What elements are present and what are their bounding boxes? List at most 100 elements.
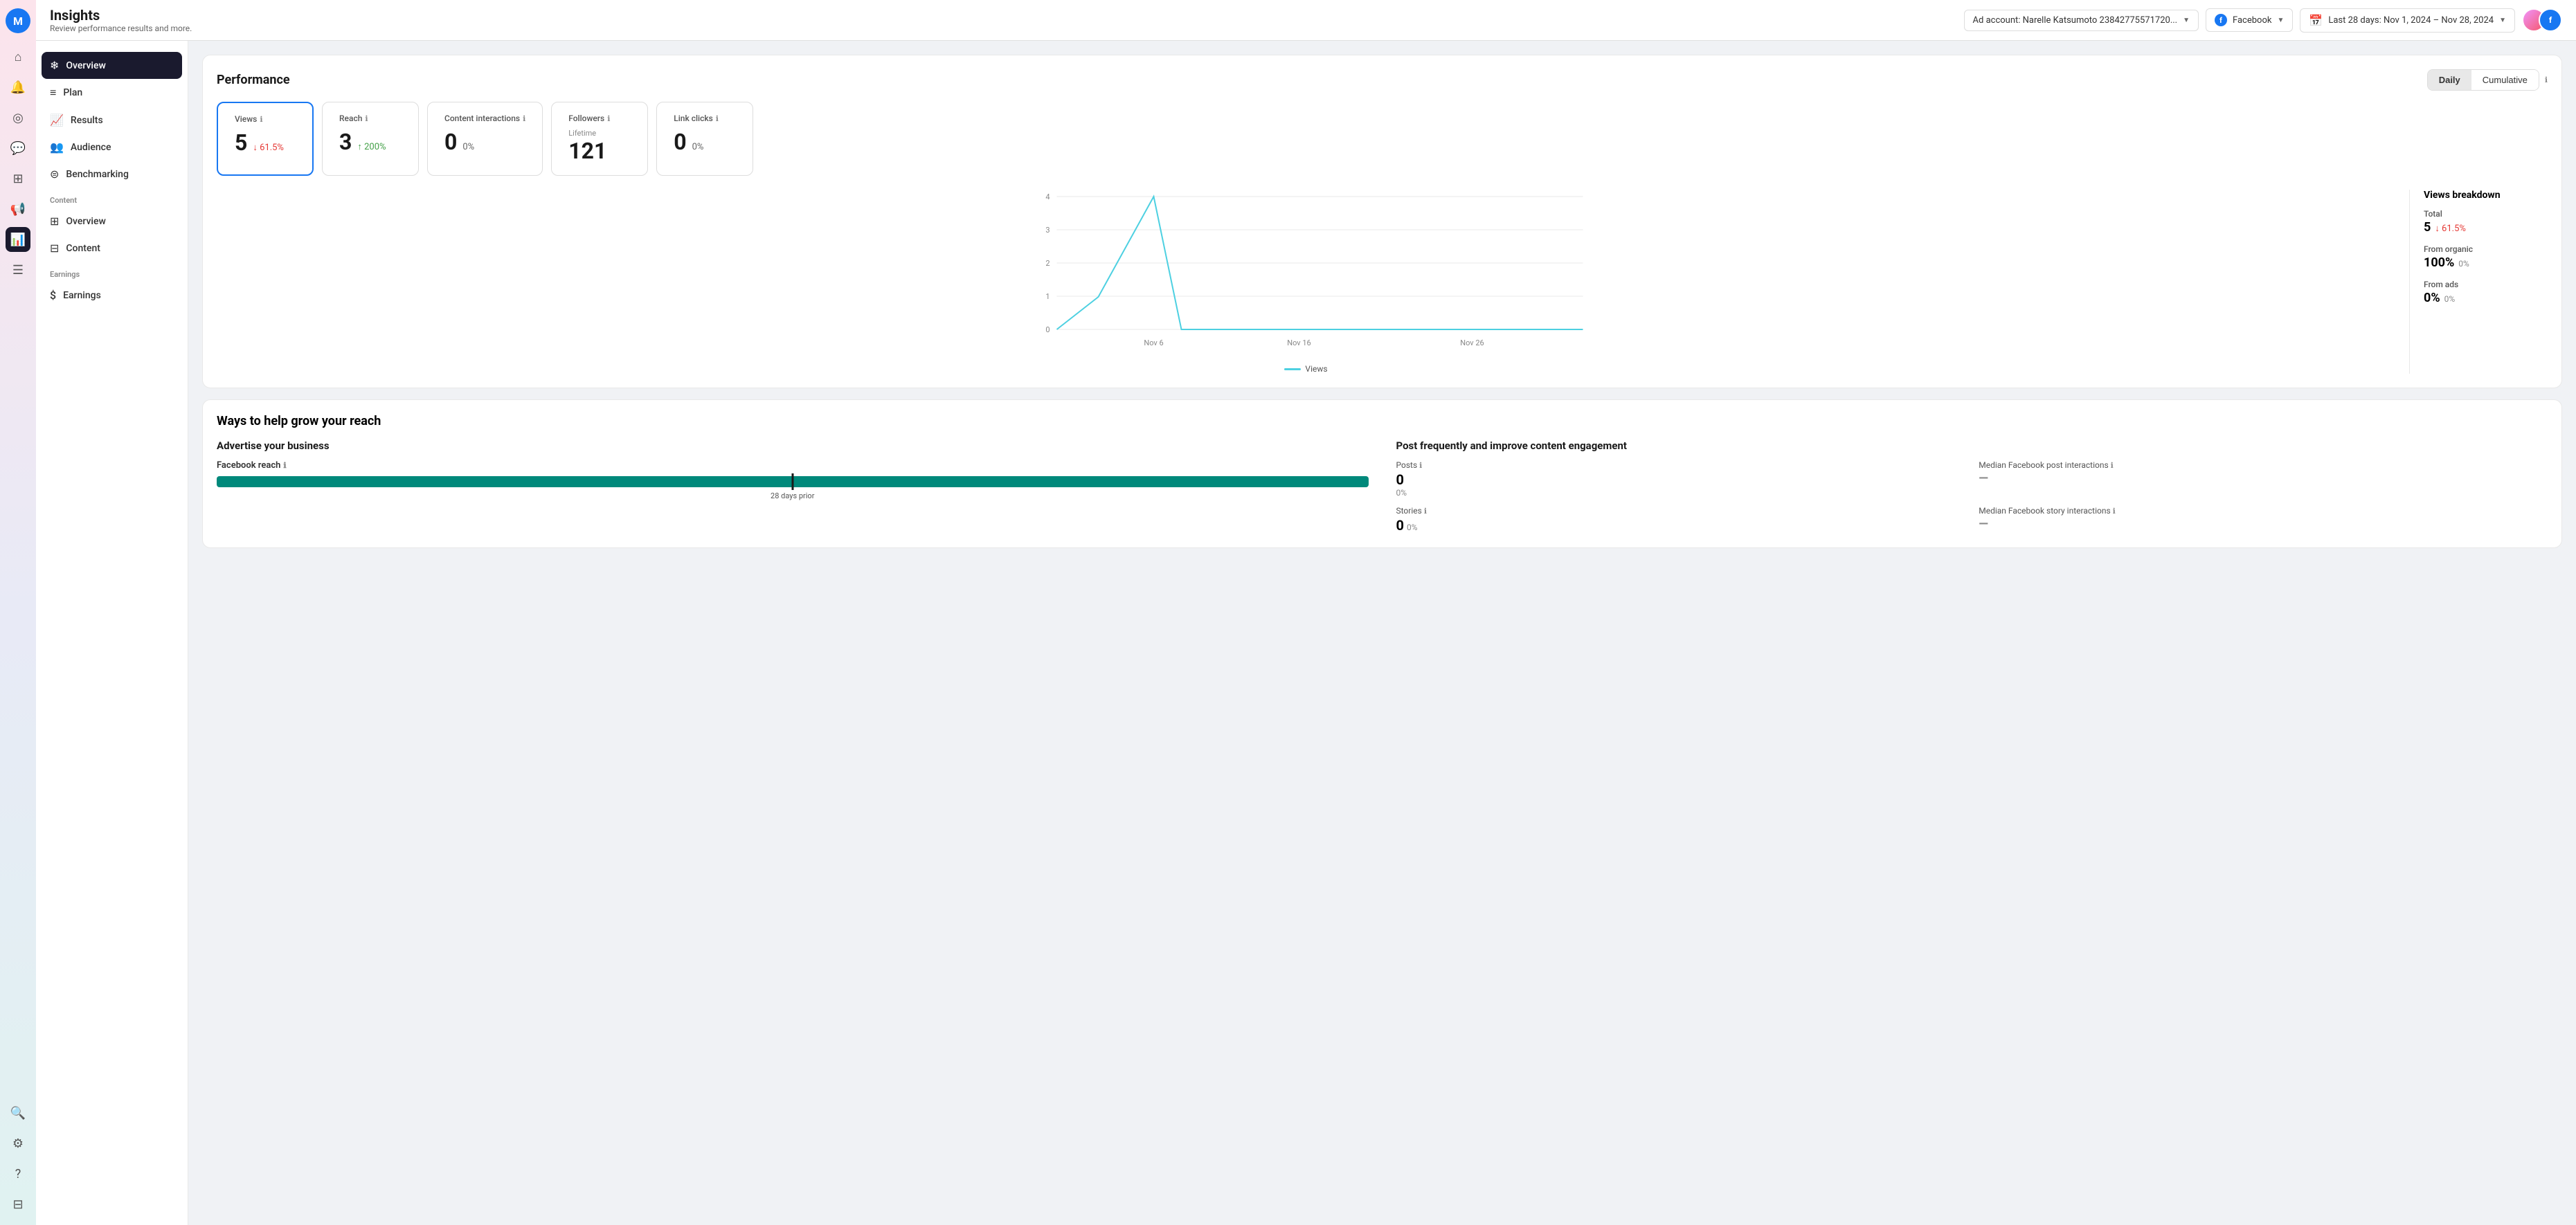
sidebar-section-earnings: Earnings xyxy=(36,262,188,282)
grow-reach-card: Ways to help grow your reach Advertise y… xyxy=(202,399,2562,548)
menu-icon[interactable]: ☰ xyxy=(6,257,30,282)
content-icon: ⊟ xyxy=(50,242,59,255)
chevron-down-icon: ▼ xyxy=(2183,17,2190,24)
link-clicks-info-icon[interactable]: ℹ xyxy=(716,114,719,123)
sidebar-item-plan[interactable]: ≡ Plan xyxy=(36,79,188,107)
sidebar-item-audience[interactable]: 👥 Audience xyxy=(36,134,188,161)
bell-icon[interactable]: 🔔 xyxy=(6,75,30,100)
content-interactions-label: Content interactions xyxy=(444,114,520,123)
reach-value: 3 xyxy=(339,129,352,155)
views-change: ↓ 61.5% xyxy=(253,142,284,153)
advertise-col: Advertise your business Facebook reach ℹ… xyxy=(217,439,1369,534)
view-toggle: Daily Cumulative xyxy=(2427,69,2539,91)
ad-account-selector[interactable]: Ad account: Narelle Katsumoto 2384277557… xyxy=(1964,10,2199,31)
activity-icon[interactable]: ◎ xyxy=(6,105,30,130)
audience-icon: 👥 xyxy=(50,140,64,154)
reach-info-icon[interactable]: ℹ xyxy=(365,114,368,123)
breakdown-title: Views breakdown xyxy=(2424,190,2548,201)
sidebar-label-results: Results xyxy=(71,115,103,126)
breakdown-total: Total 5 ↓ 61.5% xyxy=(2424,209,2548,235)
sidebar-label-earnings: Earnings xyxy=(63,290,101,301)
sidebar-item-content-overview[interactable]: ⊞ Overview xyxy=(36,208,188,235)
breakdown-ads-value: 0% xyxy=(2424,291,2440,305)
comment-icon[interactable]: 💬 xyxy=(6,136,30,161)
date-range-selector[interactable]: 📅 Last 28 days: Nov 1, 2024 – Nov 28, 20… xyxy=(2300,8,2515,33)
sidebar-item-results[interactable]: 📈 Results xyxy=(36,107,188,134)
advertise-title: Advertise your business xyxy=(217,439,1369,452)
icon-rail: M ⌂ 🔔 ◎ 💬 ⊞ 📢 📊 ☰ 🔍 ⚙ ? ⊟ xyxy=(0,0,36,1225)
fb-reach-info-icon[interactable]: ℹ xyxy=(283,461,286,470)
avatar-secondary: f xyxy=(2539,8,2562,32)
svg-text:1: 1 xyxy=(1045,292,1050,301)
header-title: Insights Review performance results and … xyxy=(50,7,192,33)
calendar-icon: 📅 xyxy=(2309,14,2323,27)
content-area: ❄ Overview ≡ Plan 📈 Results 👥 Audience ⊜… xyxy=(36,41,2576,1225)
breakdown-total-change: ↓ 61.5% xyxy=(2435,223,2466,234)
post-frequently-col: Post frequently and improve content enga… xyxy=(1396,439,2548,534)
avatar-stack: f xyxy=(2522,8,2562,32)
sidebar-label-audience: Audience xyxy=(71,142,111,153)
main-container: Insights Review performance results and … xyxy=(36,0,2576,1225)
stories-info-icon[interactable]: ℹ xyxy=(1424,507,1427,516)
metric-link-clicks[interactable]: Link clicks ℹ 0 0% xyxy=(656,102,753,176)
posts-info-icon[interactable]: ℹ xyxy=(1419,461,1422,470)
median-post-metric: Median Facebook post interactions ℹ — xyxy=(1979,460,2548,498)
main-content: Performance Daily Cumulative ℹ View xyxy=(188,41,2576,1225)
metric-reach[interactable]: Reach ℹ 3 ↑ 200% xyxy=(322,102,419,176)
content-interactions-change: 0% xyxy=(462,142,474,152)
line-chart: 4 3 2 1 0 Nov 6 Nov 16 Nov 26 xyxy=(217,190,2395,356)
stories-change: 0% xyxy=(1407,523,1418,532)
megaphone-icon[interactable]: 📢 xyxy=(6,197,30,221)
sidebar-item-content[interactable]: ⊟ Content xyxy=(36,235,188,262)
breakdown-organic-label: From organic xyxy=(2424,244,2548,254)
svg-text:Nov 6: Nov 6 xyxy=(1144,338,1163,347)
chart-container: 4 3 2 1 0 Nov 6 Nov 16 Nov 26 xyxy=(217,190,2548,374)
content-interactions-info-icon[interactable]: ℹ xyxy=(523,114,525,123)
grid-icon[interactable]: ⊞ xyxy=(6,166,30,191)
chart-main: 4 3 2 1 0 Nov 6 Nov 16 Nov 26 xyxy=(217,190,2395,374)
sidebar-label-benchmarking: Benchmarking xyxy=(66,169,129,180)
sidebar-item-earnings[interactable]: $ Earnings xyxy=(36,282,188,309)
page-title: Insights xyxy=(50,7,192,24)
toggle-daily[interactable]: Daily xyxy=(2428,70,2471,90)
toggle-cumulative[interactable]: Cumulative xyxy=(2471,70,2539,90)
grow-reach-cols: Advertise your business Facebook reach ℹ… xyxy=(217,439,2548,534)
breakdown-organic-change: 0% xyxy=(2458,259,2469,269)
breakdown-ads-label: From ads xyxy=(2424,280,2548,289)
sidebar-item-overview[interactable]: ❄ Overview xyxy=(42,52,182,79)
benchmarking-icon: ⊜ xyxy=(50,167,59,181)
views-info-icon[interactable]: ℹ xyxy=(260,115,262,124)
gear-icon[interactable]: ⚙ xyxy=(6,1131,30,1156)
svg-text:Nov 26: Nov 26 xyxy=(1460,338,1484,347)
median-post-label: Median Facebook post interactions xyxy=(1979,460,2108,470)
chart-icon[interactable]: 📊 xyxy=(6,227,30,252)
followers-info-icon[interactable]: ℹ xyxy=(607,114,610,123)
sidebar-item-benchmarking[interactable]: ⊜ Benchmarking xyxy=(36,161,188,188)
median-post-info-icon[interactable]: ℹ xyxy=(2111,461,2114,470)
stories-metric: Stories ℹ 0 0% xyxy=(1396,506,1965,534)
median-story-info-icon[interactable]: ℹ xyxy=(2113,507,2116,516)
views-value: 5 xyxy=(235,129,247,156)
info-icon[interactable]: ℹ xyxy=(2545,75,2548,84)
followers-lifetime: Lifetime xyxy=(568,129,631,138)
link-clicks-change: 0% xyxy=(692,142,704,152)
facebook-icon: f xyxy=(2215,14,2227,26)
sidebar-section-content: Content xyxy=(36,188,188,208)
platform-selector[interactable]: f Facebook ▼ xyxy=(2206,8,2293,32)
breakdown-ads-change: 0% xyxy=(2444,294,2456,304)
svg-text:4: 4 xyxy=(1045,192,1050,201)
legend-label-views: Views xyxy=(1305,364,1327,374)
metric-followers[interactable]: Followers ℹ Lifetime 121 xyxy=(551,102,648,176)
breakdown-organic-value: 100% xyxy=(2424,255,2454,270)
sidebar-toggle-icon[interactable]: ⊟ xyxy=(6,1192,30,1217)
posts-label: Posts xyxy=(1396,460,1418,470)
date-range-label: Last 28 days: Nov 1, 2024 – Nov 28, 2024 xyxy=(2328,15,2494,26)
metric-views[interactable]: Views ℹ 5 ↓ 61.5% xyxy=(217,102,314,176)
link-clicks-label: Link clicks xyxy=(674,114,713,123)
search-icon[interactable]: 🔍 xyxy=(6,1100,30,1125)
help-icon[interactable]: ? xyxy=(6,1161,30,1186)
sidebar: ❄ Overview ≡ Plan 📈 Results 👥 Audience ⊜… xyxy=(36,41,188,1225)
home-icon[interactable]: ⌂ xyxy=(6,44,30,69)
metric-content-interactions[interactable]: Content interactions ℹ 0 0% xyxy=(427,102,543,176)
sidebar-label-content-overview: Overview xyxy=(66,216,105,227)
